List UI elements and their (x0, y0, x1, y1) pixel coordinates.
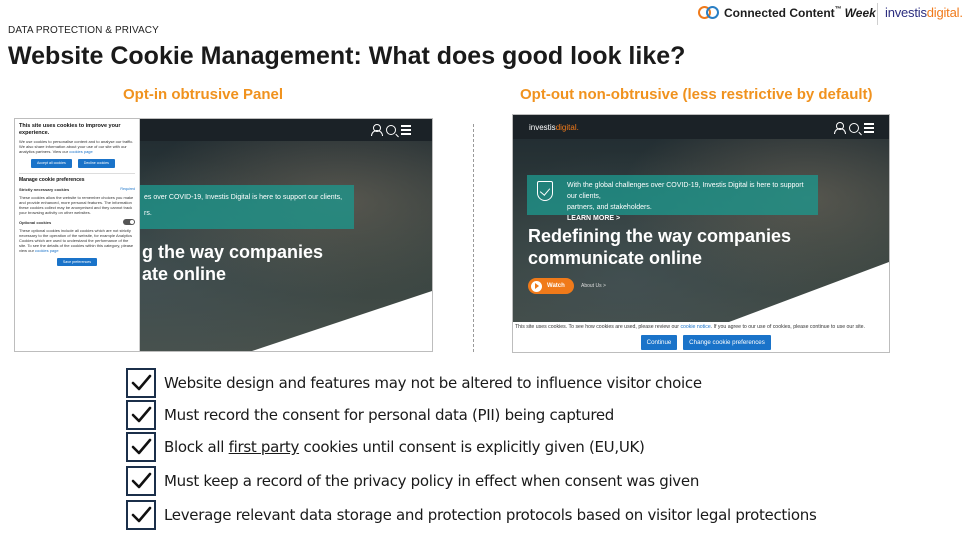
cookie-panel-heading: This site uses cookies to improve your e… (19, 123, 121, 136)
cookie-panel-intro: We use cookies to personalise content an… (19, 139, 134, 154)
checkbox-checked-icon (126, 368, 156, 398)
site-topbar: investisdigital. (513, 115, 889, 139)
checklist-item: Must keep a record of the privacy policy… (126, 466, 699, 496)
accept-all-button[interactable]: Accept all cookies (31, 159, 72, 168)
optional-text: These optional cookies include all cooki… (19, 228, 134, 253)
watch-button[interactable]: Watch (528, 278, 574, 294)
required-tag: Required (120, 187, 135, 191)
checklist-text: Block all first party cookies until cons… (164, 438, 645, 456)
optional-cookies-link[interactable]: cookies page (35, 248, 59, 253)
logo-divider (877, 3, 878, 25)
cookie-notice-link[interactable]: cookie notice (680, 324, 710, 330)
site-logo[interactable]: investisdigital. (529, 123, 579, 132)
banner-text-2: partners, and stakeholders. (567, 204, 652, 211)
optional-label: Optional cookies (19, 219, 52, 225)
checkbox-checked-icon (126, 432, 156, 462)
opt-out-title: Opt-out non-obtrusive (less restrictive … (520, 86, 873, 103)
banner-text: es over COVID-19, Investis Digital is he… (144, 194, 343, 201)
checklist-item: Leverage relevant data storage and prote… (126, 500, 817, 530)
hero-headline: g the way companies ate online (142, 242, 324, 284)
change-preferences-button[interactable]: Change cookie preferences (683, 335, 771, 350)
banner-text: With the global challenges over COVID-19… (567, 182, 804, 200)
decline-button[interactable]: Decline cookies (77, 159, 115, 168)
checkbox-checked-icon (126, 400, 156, 430)
cookie-notice-text: This site uses cookies. To see how cooki… (515, 324, 865, 330)
banner-text-2: rs. (144, 210, 152, 217)
rings-logo-icon (698, 6, 720, 20)
search-icon[interactable] (849, 122, 859, 133)
cookie-notice-bar: This site uses cookies. To see how cooki… (513, 322, 889, 352)
company-logo: investisdigital. (885, 5, 963, 20)
cookie-consent-panel: This site uses cookies to improve your e… (15, 119, 140, 351)
section-kicker: DATA PROTECTION & PRIVACY (8, 25, 159, 36)
checklist-text: Leverage relevant data storage and prote… (164, 506, 817, 524)
event-logo: Connected Content™ Week (698, 4, 876, 22)
checklist-item: Must record the consent for personal dat… (126, 400, 614, 430)
covid-banner: es over COVID-19, Investis Digital is he… (140, 185, 354, 229)
checklist-text: Must record the consent for personal dat… (164, 406, 615, 424)
page-title: Website Cookie Management: What does goo… (8, 42, 686, 70)
user-icon[interactable] (371, 124, 383, 136)
checklist-text: Website design and features may not be a… (164, 374, 702, 392)
play-icon (531, 280, 542, 292)
manage-heading: Manage cookie preferences (19, 177, 85, 183)
menu-icon[interactable] (401, 124, 411, 135)
save-preferences-button[interactable]: Save preferences (56, 258, 98, 266)
about-us-link[interactable]: About Us > (581, 283, 606, 289)
event-logo-text: Connected Content™ Week (724, 6, 876, 20)
strict-label: Strictly necessary cookies (19, 187, 70, 192)
watch-label: Watch (547, 283, 565, 289)
user-icon[interactable] (834, 122, 846, 134)
checkbox-checked-icon (126, 466, 156, 496)
covid-banner: With the global challenges over COVID-19… (527, 175, 818, 222)
hero-slant (729, 262, 889, 322)
opt-in-title: Opt-in obtrusive Panel (123, 86, 284, 103)
hero-slant (252, 291, 432, 351)
checklist-item: Website design and features may not be a… (126, 368, 702, 398)
opt-out-screenshot: investisdigital. With the global challen… (512, 114, 890, 353)
search-icon[interactable] (386, 124, 396, 135)
checklist-text: Must keep a record of the privacy policy… (164, 472, 700, 490)
checklist-item: Block all first party cookies until cons… (126, 432, 645, 462)
optional-toggle[interactable] (123, 219, 135, 225)
shield-icon (537, 181, 553, 201)
cookies-page-link[interactable]: cookies page (69, 149, 93, 154)
continue-button[interactable]: Continue (641, 335, 677, 350)
strict-text: These cookies allow the website to remem… (19, 195, 134, 215)
checkbox-checked-icon (126, 500, 156, 530)
panel-divider (473, 124, 474, 352)
opt-in-screenshot: es over COVID-19, Investis Digital is he… (14, 118, 433, 352)
learn-more-link[interactable]: LEARN MORE > (567, 213, 814, 224)
menu-icon[interactable] (864, 122, 874, 133)
